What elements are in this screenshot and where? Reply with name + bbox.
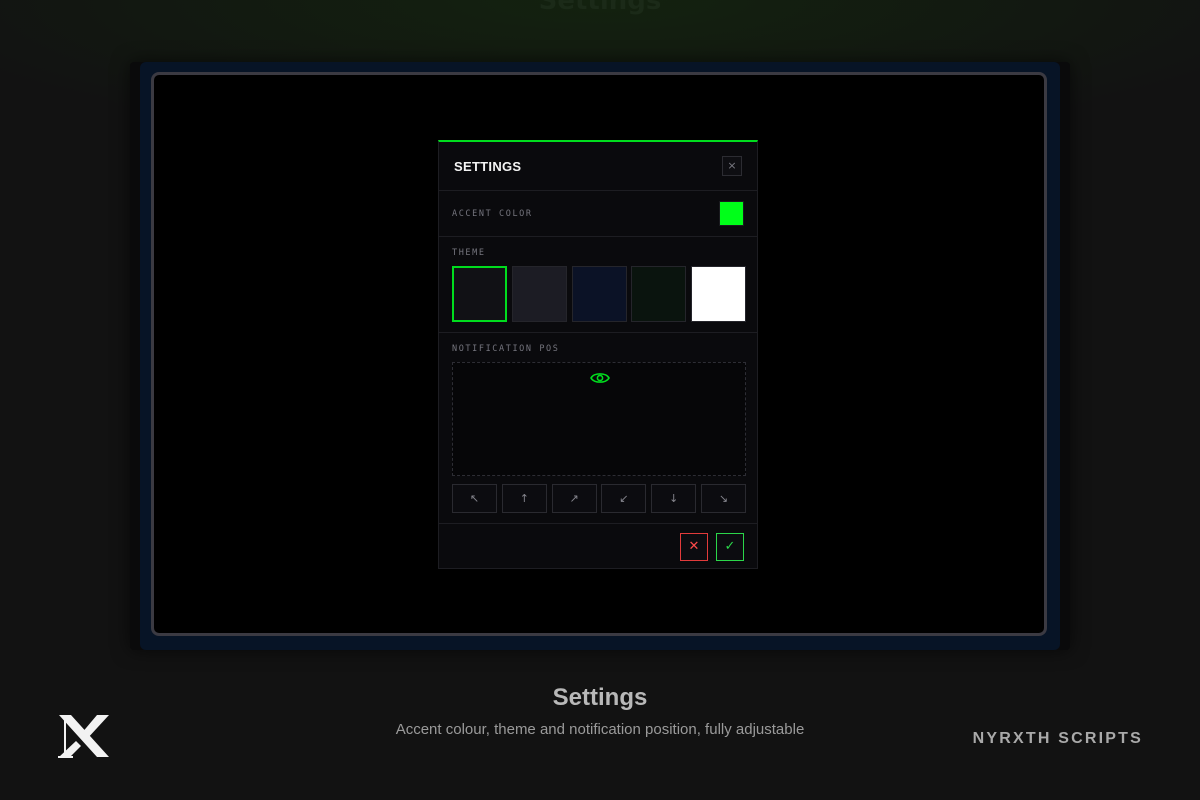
notification-position-row: NOTIFICATION POS ↖ ↑ ↗ ↙ ↓ ↘ <box>439 333 757 524</box>
position-bottom-right-button[interactable]: ↘ <box>701 484 746 513</box>
theme-label: THEME <box>452 248 486 258</box>
arrow-down-left-icon: ↙ <box>619 492 629 505</box>
accent-color-row: ACCENT COLOR <box>439 191 757 237</box>
caption-title: Settings <box>552 684 648 711</box>
close-icon: ✕ <box>688 539 700 554</box>
check-icon: ✓ <box>724 539 736 554</box>
theme-row: THEME <box>439 237 757 333</box>
position-top-right-button[interactable]: ↗ <box>551 484 597 513</box>
close-button[interactable]: × <box>722 156 742 176</box>
notification-position-label: NOTIFICATION POS <box>452 344 560 354</box>
close-icon: × <box>727 159 737 172</box>
arrow-down-right-icon: ↘ <box>718 492 729 505</box>
theme-option-forest[interactable] <box>631 266 687 322</box>
arrow-up-left-icon: ↖ <box>469 492 480 505</box>
settings-footer: ✕ ✓ <box>439 524 757 571</box>
accent-color-label: ACCENT COLOR <box>452 209 533 219</box>
accent-color-swatch[interactable] <box>719 201 744 226</box>
confirm-button[interactable]: ✓ <box>716 533 744 561</box>
position-bottom-center-button[interactable]: ↓ <box>651 484 697 513</box>
cancel-button[interactable]: ✕ <box>680 533 708 561</box>
settings-panel: SETTINGS × ACCENT COLOR THEME NOTIFICATI… <box>438 140 758 569</box>
theme-option-dark[interactable] <box>452 266 507 322</box>
theme-option-slate[interactable] <box>511 266 567 322</box>
backdrop-title: Settings <box>538 0 662 16</box>
theme-options <box>452 266 746 322</box>
eye-icon <box>590 373 610 383</box>
settings-title: SETTINGS <box>454 159 522 174</box>
position-bottom-left-button[interactable]: ↙ <box>601 484 647 513</box>
position-top-center-button[interactable]: ↑ <box>501 484 547 513</box>
brand-name: NYRXTH SCRIPTS <box>972 730 1143 747</box>
arrow-down-icon: ↓ <box>669 492 679 505</box>
position-top-left-button[interactable]: ↖ <box>452 484 497 513</box>
brand-logo-icon <box>58 715 109 758</box>
arrow-up-icon: ↑ <box>519 492 529 505</box>
theme-option-light[interactable] <box>691 266 746 322</box>
notification-position-buttons: ↖ ↑ ↗ ↙ ↓ ↘ <box>452 484 746 513</box>
notification-preview-area <box>452 362 746 476</box>
theme-option-navy[interactable] <box>571 266 627 322</box>
settings-header: SETTINGS × <box>439 142 757 191</box>
arrow-up-right-icon: ↗ <box>569 492 579 505</box>
